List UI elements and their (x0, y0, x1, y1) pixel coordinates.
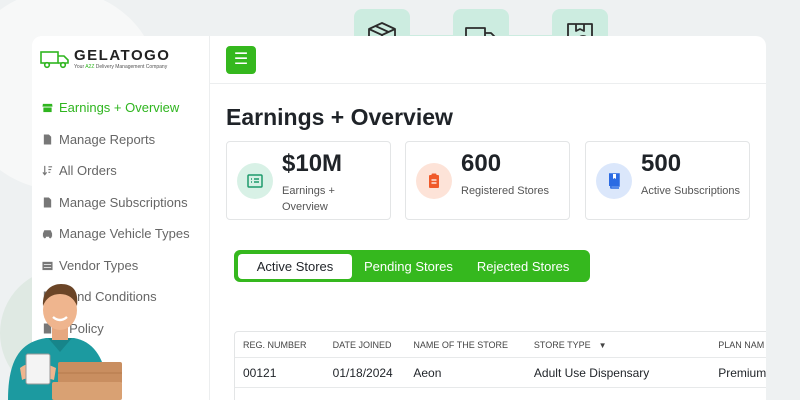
column-header-plan-name[interactable]: PLAN NAM (710, 340, 766, 350)
document-icon (43, 134, 52, 145)
truck-logo-icon (40, 51, 69, 69)
store-icon (42, 104, 53, 113)
tab-active-stores[interactable]: Active Stores (238, 253, 352, 279)
clipboard-icon (416, 163, 452, 199)
page-title: Earnings + Overview (226, 104, 453, 130)
stat-label: Earnings + Overview (282, 185, 335, 213)
sidebar-item-label: All Orders (59, 163, 117, 179)
menu-toggle-button[interactable]: ☰ (226, 46, 256, 74)
table-row[interactable]: 00121 01/18/2024 Aeon Adult Use Dispensa… (235, 358, 766, 388)
table-row[interactable] (235, 388, 766, 400)
delivery-person-illustration (8, 284, 122, 400)
sidebar-item-label: Manage Subscriptions (59, 194, 188, 210)
sidebar-item-manage-vehicle-types[interactable]: Manage Vehicle Types (42, 218, 210, 250)
column-header-store-name[interactable]: NAME OF THE STORE (405, 340, 526, 350)
stores-table: REG. NUMBER DATE JOINED NAME OF THE STOR… (234, 331, 766, 400)
column-header-date-joined[interactable]: DATE JOINED (325, 340, 406, 350)
stat-card-registered-stores: 600 Registered Stores (405, 141, 570, 220)
list-icon (237, 163, 273, 199)
stat-value: 600 (461, 150, 502, 177)
sidebar-item-label: Manage Vehicle Types (59, 226, 190, 242)
car-icon (42, 230, 53, 239)
stat-label: Registered Stores (461, 185, 550, 197)
cell-plan-name: Premium (718, 365, 766, 380)
brand-logo[interactable]: GELATOGO Your A2Z Delivery Management Co… (40, 48, 170, 70)
sidebar-item-manage-subscriptions[interactable]: Manage Subscriptions (42, 187, 210, 219)
cell-reg-number: 00121 (243, 365, 277, 380)
stat-card-active-subscriptions: 500 Active Subscriptions (585, 141, 750, 220)
cell-date-joined: 01/18/2024 (332, 365, 393, 380)
sidebar-item-earnings-overview[interactable]: Earnings + Overview (42, 92, 210, 124)
app-window: GELATOGO Your A2Z Delivery Management Co… (32, 36, 766, 400)
tab-pending-stores[interactable]: Pending Stores (352, 254, 465, 279)
stat-card-earnings: $10M Earnings + Overview (226, 141, 391, 220)
column-header-store-type[interactable]: STORE TYPE ▼ (526, 340, 710, 350)
hamburger-icon: ☰ (233, 51, 249, 68)
main-content: ☰ Earnings + Overview $10M Earnings + Ov… (210, 36, 766, 400)
top-bar: ☰ (210, 36, 766, 84)
stat-value: $10M (282, 150, 343, 177)
cell-store-name: Aeon (413, 365, 442, 380)
brand-name: GELATOGO (74, 47, 171, 64)
stat-value: 500 (641, 150, 682, 177)
cell-store-type: Adult Use Dispensary (533, 365, 650, 380)
stat-label: Active Subscriptions (641, 185, 741, 197)
sidebar-item-manage-reports[interactable]: Manage Reports (42, 124, 210, 156)
column-header-reg-number[interactable]: REG. NUMBER (235, 340, 325, 350)
tab-rejected-stores[interactable]: Rejected Stores (465, 254, 582, 279)
sort-icon (42, 166, 53, 176)
sidebar-item-label: Earnings + Overview (59, 100, 180, 116)
sidebar-item-all-orders[interactable]: All Orders (42, 155, 210, 187)
table-header-row: REG. NUMBER DATE JOINED NAME OF THE STOR… (235, 332, 766, 358)
sidebar-item-label: Manage Reports (59, 131, 156, 147)
sort-down-icon[interactable]: ▼ (599, 341, 607, 350)
book-icon (596, 163, 632, 199)
store-status-tabs: Active Stores Pending Stores Rejected St… (234, 250, 590, 282)
brand-tagline: Your A2Z Delivery Management Company (74, 64, 168, 70)
document-icon (43, 197, 52, 208)
